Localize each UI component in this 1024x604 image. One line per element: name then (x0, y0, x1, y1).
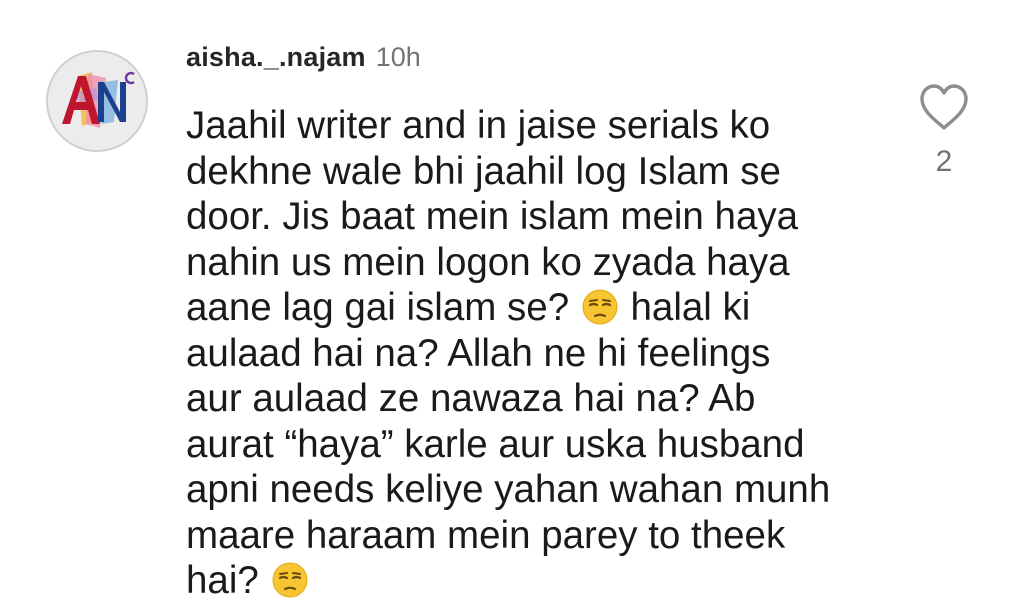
comment-text-segment: maare haraam mein parey to theek (186, 513, 786, 557)
comment-text-segment: aulaad hai na? Allah ne hi feelings (186, 331, 771, 375)
comment-line: maare haraam mein parey to theek (186, 513, 886, 559)
comment-text-segment: nahin us mein logon ko zyada haya (186, 240, 790, 284)
comment-text-segment: aur aulaad ze nawaza hai na? Ab (186, 377, 756, 420)
comment-text-segment: apni needs keliye yahan wahan munh (186, 468, 831, 511)
comment-line: Jaahil writer and in jaise serials ko (186, 103, 886, 149)
like-count: 2 (935, 145, 953, 178)
comment-line: apni needs keliye yahan wahan munh (186, 467, 886, 513)
comment-text-segment: dekhne wale bhi jaahil log Islam se (186, 149, 781, 193)
comment-line: door. Jis baat mein islam mein haya (186, 194, 886, 240)
comment-header: aisha._.najam 10h (186, 42, 421, 82)
unamused-face-icon (272, 562, 307, 598)
comment-text-segment: Jaahil writer and in jaise serials ko (186, 104, 771, 147)
username[interactable]: aisha._.najam (186, 42, 366, 73)
comment-text-segment: aane lag gai islam se? (186, 286, 580, 329)
comment: aisha._.najam 10h Jaahil writer and in j… (0, 0, 1024, 602)
comment-line: hai? (186, 558, 886, 604)
comment-text-segment: halal ki (619, 286, 751, 329)
comment-text-segment: door. Jis baat mein islam mein haya (186, 195, 799, 238)
comment-line: aur aulaad ze nawaza hai na? Ab (186, 376, 886, 422)
comment-text-segment: hai? (186, 559, 270, 602)
comment-text-segment: aurat “haya” karle aur uska husband (186, 422, 805, 466)
comment-line: aane lag gai islam se? halal ki (186, 285, 886, 331)
avatar[interactable] (46, 50, 148, 152)
comment-line: dekhne wale bhi jaahil log Islam se (186, 149, 886, 195)
heart-outline-icon[interactable] (918, 82, 970, 134)
comment-line: aulaad hai na? Allah ne hi feelings (186, 331, 886, 377)
unamused-face-icon (582, 289, 618, 325)
comment-line: aurat “haya” karle aur uska husband (186, 422, 886, 468)
timestamp: 10h (375, 42, 421, 72)
comment-text: Jaahil writer and in jaise serials ko dek… (186, 103, 886, 604)
profile-avatar-logo (48, 52, 146, 150)
comment-line: nahin us mein logon ko zyada haya (186, 240, 886, 286)
